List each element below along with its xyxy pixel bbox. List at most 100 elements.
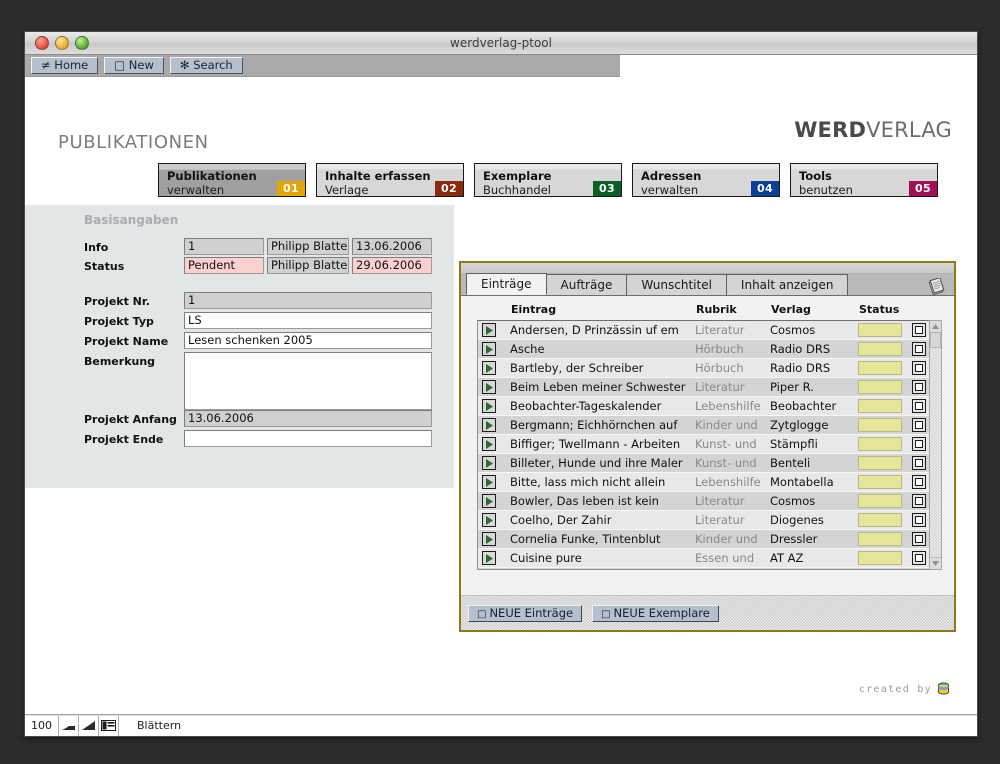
cell-rubrik: Hörbuch [695, 361, 744, 375]
table-row[interactable]: Coelho, Der ZahirLiteraturDiogenes [478, 511, 939, 530]
notepad-icon[interactable] [924, 276, 948, 298]
row-detail-button[interactable] [912, 551, 926, 565]
row-expand-arrow-icon[interactable] [482, 494, 496, 508]
status-user-field[interactable]: Philipp Blatter [267, 257, 349, 274]
row-expand-arrow-icon[interactable] [482, 551, 496, 565]
cell-status-field[interactable] [858, 399, 902, 413]
projekt-anfang-field[interactable]: 13.06.2006 [184, 410, 432, 427]
table-row[interactable]: Beobachter-TageskalenderLebenshilfeBeoba… [478, 397, 939, 416]
row-detail-button[interactable] [912, 494, 926, 508]
table-row[interactable]: Andersen, D Prinzässin uf emLiteraturCos… [478, 321, 939, 340]
nav-card-publikationen[interactable]: Publikationen verwalten 01 [158, 163, 306, 197]
nav-card-number: 05 [909, 181, 937, 196]
row-expand-arrow-icon[interactable] [482, 399, 496, 413]
new-button[interactable]: □ New [104, 57, 164, 74]
row-detail-button[interactable] [912, 323, 926, 337]
row-detail-button[interactable] [912, 399, 926, 413]
nav-card-adressen[interactable]: Adressen verwalten 04 [632, 163, 780, 197]
scroll-down-arrow[interactable] [930, 557, 941, 569]
cell-status-field[interactable] [858, 418, 902, 432]
row-expand-arrow-icon[interactable] [482, 323, 496, 337]
cell-status-field[interactable] [858, 437, 902, 451]
table-row[interactable]: Billeter, Hunde und ihre MalerKunst- und… [478, 454, 939, 473]
row-detail-button[interactable] [912, 342, 926, 356]
cell-verlag: Montabella [770, 475, 834, 489]
cell-status-field[interactable] [858, 456, 902, 470]
cell-status-field[interactable] [858, 532, 902, 546]
row-expand-arrow-icon[interactable] [482, 456, 496, 470]
table-row[interactable]: Bergmann; Eichhörnchen aufKinder undZytg… [478, 416, 939, 435]
row-expand-arrow-icon[interactable] [482, 437, 496, 451]
scrollbar-track[interactable] [930, 348, 941, 557]
browse-mode-label[interactable]: Blättern [119, 716, 977, 736]
window-titlebar: werdverlag-ptool [25, 32, 977, 55]
projekt-nr-field[interactable]: 1 [184, 292, 432, 309]
row-expand-arrow-icon[interactable] [482, 380, 496, 394]
nav-card-inhalte-erfassen[interactable]: Inhalte erfassen Verlage 02 [316, 163, 464, 197]
row-detail-button[interactable] [912, 437, 926, 451]
cell-rubrik: Kunst- und [695, 437, 757, 451]
table-row[interactable]: Beim Leben meiner SchwesterLiteraturPipe… [478, 378, 939, 397]
cell-status-field[interactable] [858, 551, 902, 565]
row-expand-arrow-icon[interactable] [482, 475, 496, 489]
table-row[interactable]: Bitte, lass mich nicht alleinLebenshilfe… [478, 473, 939, 492]
info-date-field[interactable]: 13.06.2006 [352, 238, 432, 255]
row-expand-arrow-icon[interactable] [482, 513, 496, 527]
zoom-level[interactable]: 100 [25, 716, 59, 736]
scrollbar-thumb[interactable] [930, 332, 941, 348]
zoom-out-icon[interactable] [59, 716, 79, 736]
row-detail-button[interactable] [912, 380, 926, 394]
row-expand-arrow-icon[interactable] [482, 532, 496, 546]
table-row[interactable]: Bowler, Das leben ist keinLiteraturCosmo… [478, 492, 939, 511]
table-row[interactable]: Bartleby, der SchreiberHörbuchRadio DRS [478, 359, 939, 378]
cell-status-field[interactable] [858, 361, 902, 375]
table-row[interactable]: Biffiger; Twellmann - ArbeitenKunst- und… [478, 435, 939, 454]
table-row[interactable]: Cornelia Funke, TintenblutKinder undDres… [478, 530, 939, 549]
minimize-button[interactable] [55, 36, 69, 50]
close-button[interactable] [35, 36, 49, 50]
row-detail-button[interactable] [912, 418, 926, 432]
maximize-button[interactable] [75, 36, 89, 50]
row-expand-arrow-icon[interactable] [482, 342, 496, 356]
table-row[interactable]: Cuisine pureEssen undAT AZ [478, 549, 939, 568]
bemerkung-field[interactable] [184, 352, 432, 410]
row-expand-arrow-icon[interactable] [482, 418, 496, 432]
new-entries-button[interactable]: □NEUE Einträge [468, 605, 582, 622]
entries-table[interactable]: Andersen, D Prinzässin uf emLiteraturCos… [477, 320, 940, 570]
table-row[interactable]: Das Grosse Buch vom FischEssen undGräfe … [478, 568, 939, 570]
cell-status-field[interactable] [858, 380, 902, 394]
toggle-sidebar-icon[interactable] [99, 716, 119, 736]
entries-scrollbar[interactable] [929, 320, 942, 570]
home-button[interactable]: ≠ Home [31, 57, 98, 74]
tab-wunschtitel[interactable]: Wunschtitel [626, 274, 727, 295]
row-detail-button[interactable] [912, 456, 926, 470]
row-detail-button[interactable] [912, 475, 926, 489]
creator-logo-icon [937, 682, 951, 696]
new-copies-button[interactable]: □NEUE Exemplare [592, 605, 719, 622]
cell-eintrag: Cornelia Funke, Tintenblut [510, 532, 661, 546]
projekt-ende-field[interactable] [184, 430, 432, 447]
projekt-typ-field[interactable]: LS [184, 312, 432, 329]
tab-inhalt-anzeigen[interactable]: Inhalt anzeigen [726, 274, 849, 295]
nav-card-exemplare[interactable]: Exemplare Buchhandel 03 [474, 163, 622, 197]
row-detail-button[interactable] [912, 532, 926, 546]
search-button[interactable]: ✻ Search [170, 57, 243, 74]
nav-card-tools[interactable]: Tools benutzen 05 [790, 163, 938, 197]
info-user-field[interactable]: Philipp Blatter [267, 238, 349, 255]
tab-eintraege[interactable]: Einträge [466, 273, 547, 295]
row-detail-button[interactable] [912, 513, 926, 527]
table-row[interactable]: AscheHörbuchRadio DRS [478, 340, 939, 359]
status-date-field[interactable]: 29.06.2006 [352, 257, 432, 274]
cell-status-field[interactable] [858, 323, 902, 337]
cell-status-field[interactable] [858, 342, 902, 356]
projekt-name-field[interactable]: Lesen schenken 2005 [184, 332, 432, 349]
status-value-field[interactable]: Pendent [184, 257, 264, 274]
cell-status-field[interactable] [858, 513, 902, 527]
cell-status-field[interactable] [858, 475, 902, 489]
tab-auftraege[interactable]: Aufträge [546, 274, 628, 295]
zoom-in-icon[interactable] [79, 716, 99, 736]
row-detail-button[interactable] [912, 361, 926, 375]
row-expand-arrow-icon[interactable] [482, 361, 496, 375]
cell-status-field[interactable] [858, 494, 902, 508]
info-nr-field[interactable]: 1 [184, 238, 264, 255]
